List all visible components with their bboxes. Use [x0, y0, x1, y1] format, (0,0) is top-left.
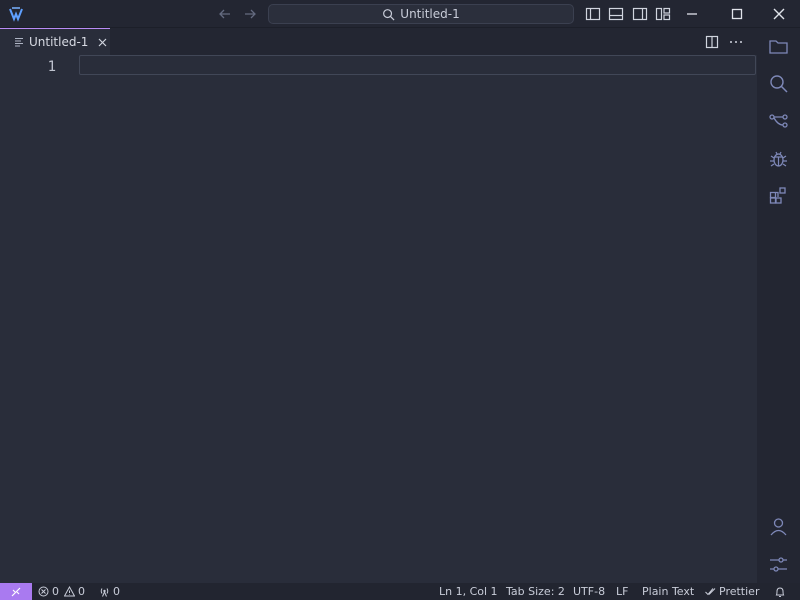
- prettier-label: Prettier: [719, 585, 760, 598]
- command-center-search[interactable]: Untitled-1: [268, 4, 574, 24]
- back-arrow-icon[interactable]: [216, 5, 234, 23]
- prettier-indicator[interactable]: Prettier: [705, 583, 759, 600]
- current-line-highlight[interactable]: [79, 55, 756, 75]
- broadcast-icon: [100, 588, 109, 597]
- editor-tab-bar: Untitled-1: [0, 28, 757, 55]
- tab-untitled-1[interactable]: Untitled-1: [0, 28, 110, 55]
- tab-size-indicator[interactable]: Tab Size: 2: [506, 583, 565, 600]
- editor-area[interactable]: 1: [0, 55, 757, 583]
- extensions-icon[interactable]: [768, 185, 789, 206]
- search-icon[interactable]: [768, 73, 789, 94]
- status-bar: 0 0 0 Ln 1, Col 1 Tab Size: 2 UTF-8 LF P…: [0, 583, 800, 600]
- notifications-bell-icon[interactable]: [774, 586, 786, 598]
- language-mode[interactable]: Plain Text: [642, 583, 694, 600]
- more-actions-icon[interactable]: [728, 34, 744, 50]
- encoding-indicator[interactable]: UTF-8: [573, 583, 605, 600]
- forward-arrow-icon[interactable]: [241, 5, 259, 23]
- ports-indicator[interactable]: 0: [99, 583, 120, 600]
- settings-icon[interactable]: [768, 554, 789, 575]
- minimize-icon[interactable]: [683, 5, 701, 23]
- warning-count: 0: [78, 585, 85, 598]
- error-count: 0: [52, 585, 59, 598]
- error-icon: [38, 586, 49, 597]
- search-icon: [383, 8, 395, 20]
- toggle-panel-icon[interactable]: [607, 5, 625, 23]
- remote-icon: [11, 587, 21, 596]
- account-icon[interactable]: [768, 516, 789, 537]
- remote-indicator-button[interactable]: [0, 583, 32, 600]
- double-check-icon: [705, 588, 716, 596]
- plain-text-file-icon: [15, 38, 23, 47]
- activity-bar: [757, 28, 800, 583]
- explorer-icon[interactable]: [768, 36, 789, 57]
- command-center-label: Untitled-1: [400, 7, 460, 21]
- customize-layout-icon[interactable]: [654, 5, 672, 23]
- close-window-icon[interactable]: [770, 5, 788, 23]
- debug-icon[interactable]: [768, 148, 789, 169]
- warning-icon: [64, 586, 75, 597]
- title-bar: Untitled-1: [0, 0, 800, 28]
- source-control-icon[interactable]: [768, 110, 789, 131]
- toggle-secondary-sidebar-icon[interactable]: [631, 5, 649, 23]
- tab-label: Untitled-1: [29, 35, 89, 49]
- app-logo-icon[interactable]: [7, 5, 25, 23]
- toggle-primary-sidebar-icon[interactable]: [584, 5, 602, 23]
- cursor-position[interactable]: Ln 1, Col 1: [439, 583, 498, 600]
- eol-indicator[interactable]: LF: [616, 583, 628, 600]
- line-number: 1: [47, 59, 56, 75]
- split-editor-icon[interactable]: [704, 34, 720, 50]
- maximize-icon[interactable]: [728, 5, 746, 23]
- close-tab-icon[interactable]: [97, 37, 108, 48]
- problems-indicator[interactable]: 0 0: [38, 583, 85, 600]
- ports-count: 0: [113, 585, 120, 598]
